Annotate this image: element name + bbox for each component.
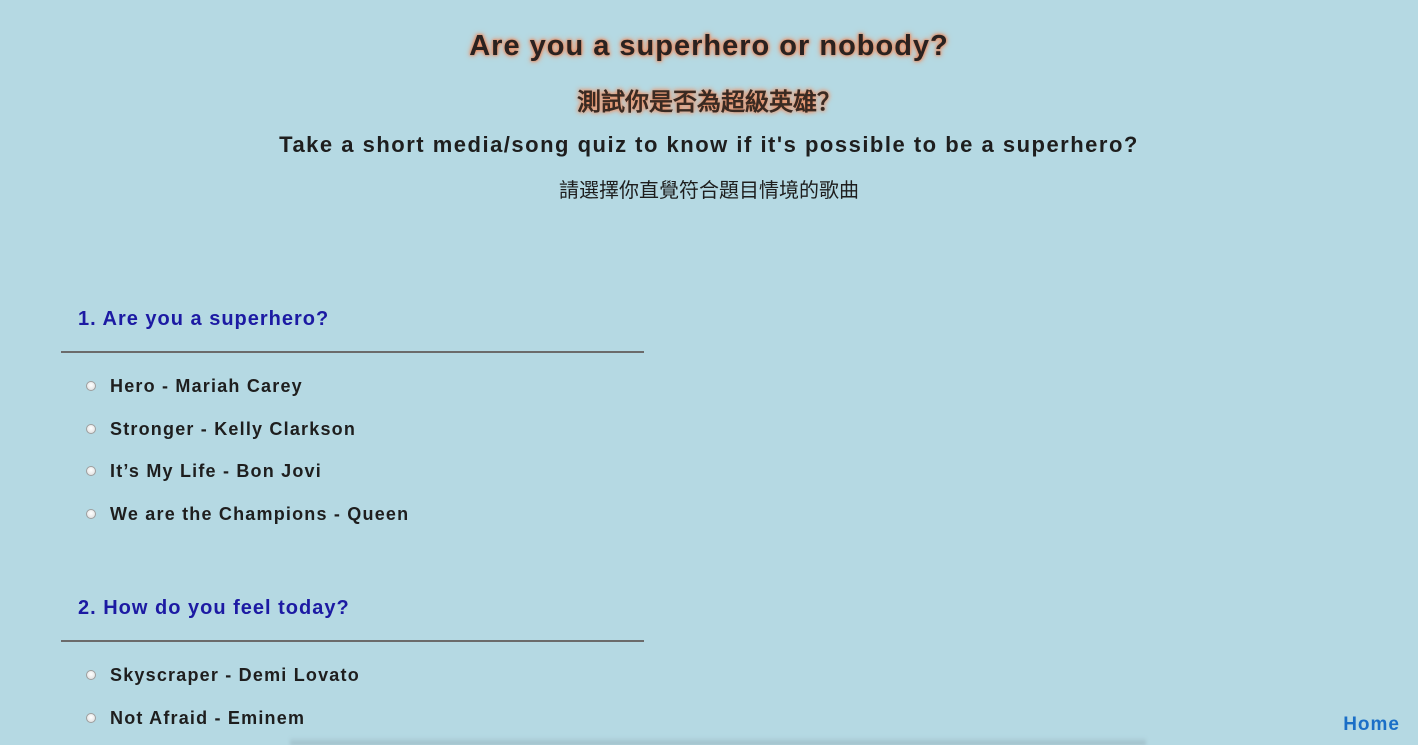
radio-button[interactable] [86, 381, 96, 391]
answer-option[interactable]: It’s My Life - Bon Jovi [61, 462, 644, 505]
answer-label[interactable]: It’s My Life - Bon Jovi [110, 462, 322, 480]
answer-label[interactable]: We are the Champions - Queen [110, 505, 409, 523]
answer-option[interactable]: Stronger - Kelly Clarkson [61, 420, 644, 463]
question-divider [61, 640, 644, 642]
radio-button[interactable] [86, 508, 96, 519]
question-heading: 2. How do you feel today? [78, 597, 350, 619]
answer-options: Skyscraper - Demi Lovato Not Afraid - Em… [61, 666, 644, 745]
quiz-page: Are you a superhero or nobody? 測試你是否為超級英… [0, 0, 1418, 745]
answer-label[interactable]: Stronger - Kelly Clarkson [110, 420, 356, 438]
radio-button[interactable] [86, 712, 96, 723]
answer-option[interactable]: Skyscraper - Demi Lovato [61, 666, 644, 709]
bottom-panel-shadow [290, 737, 1146, 745]
page-title: Are you a superhero or nobody? [469, 30, 949, 62]
answer-option[interactable]: Hero - Mariah Carey [61, 377, 644, 420]
answer-options: Hero - Mariah Carey Stronger - Kelly Cla… [61, 377, 644, 547]
question-divider [61, 351, 644, 353]
radio-button[interactable] [86, 423, 96, 434]
radio-button[interactable] [86, 466, 96, 477]
home-link[interactable]: Home [1343, 714, 1400, 736]
radio-button[interactable] [86, 670, 96, 680]
question-heading: 1. Are you a superhero? [78, 308, 330, 330]
question-1: 1. Are you a superhero? Hero - Mariah Ca… [61, 308, 644, 547]
answer-label[interactable]: Hero - Mariah Carey [110, 377, 303, 395]
page-subtitle: Take a short media/song quiz to know if … [279, 132, 1139, 157]
page-title-chinese: 測試你是否為超級英雄？ [577, 88, 841, 116]
answer-option[interactable]: We are the Champions - Queen [61, 505, 644, 548]
answer-label[interactable]: Not Afraid - Eminem [110, 709, 305, 727]
question-2: 2. How do you feel today? Skyscraper - D… [61, 597, 644, 745]
page-instructions-chinese: 請選擇你直覺符合題目情境的歌曲 [559, 178, 859, 202]
answer-label[interactable]: Skyscraper - Demi Lovato [110, 666, 360, 684]
